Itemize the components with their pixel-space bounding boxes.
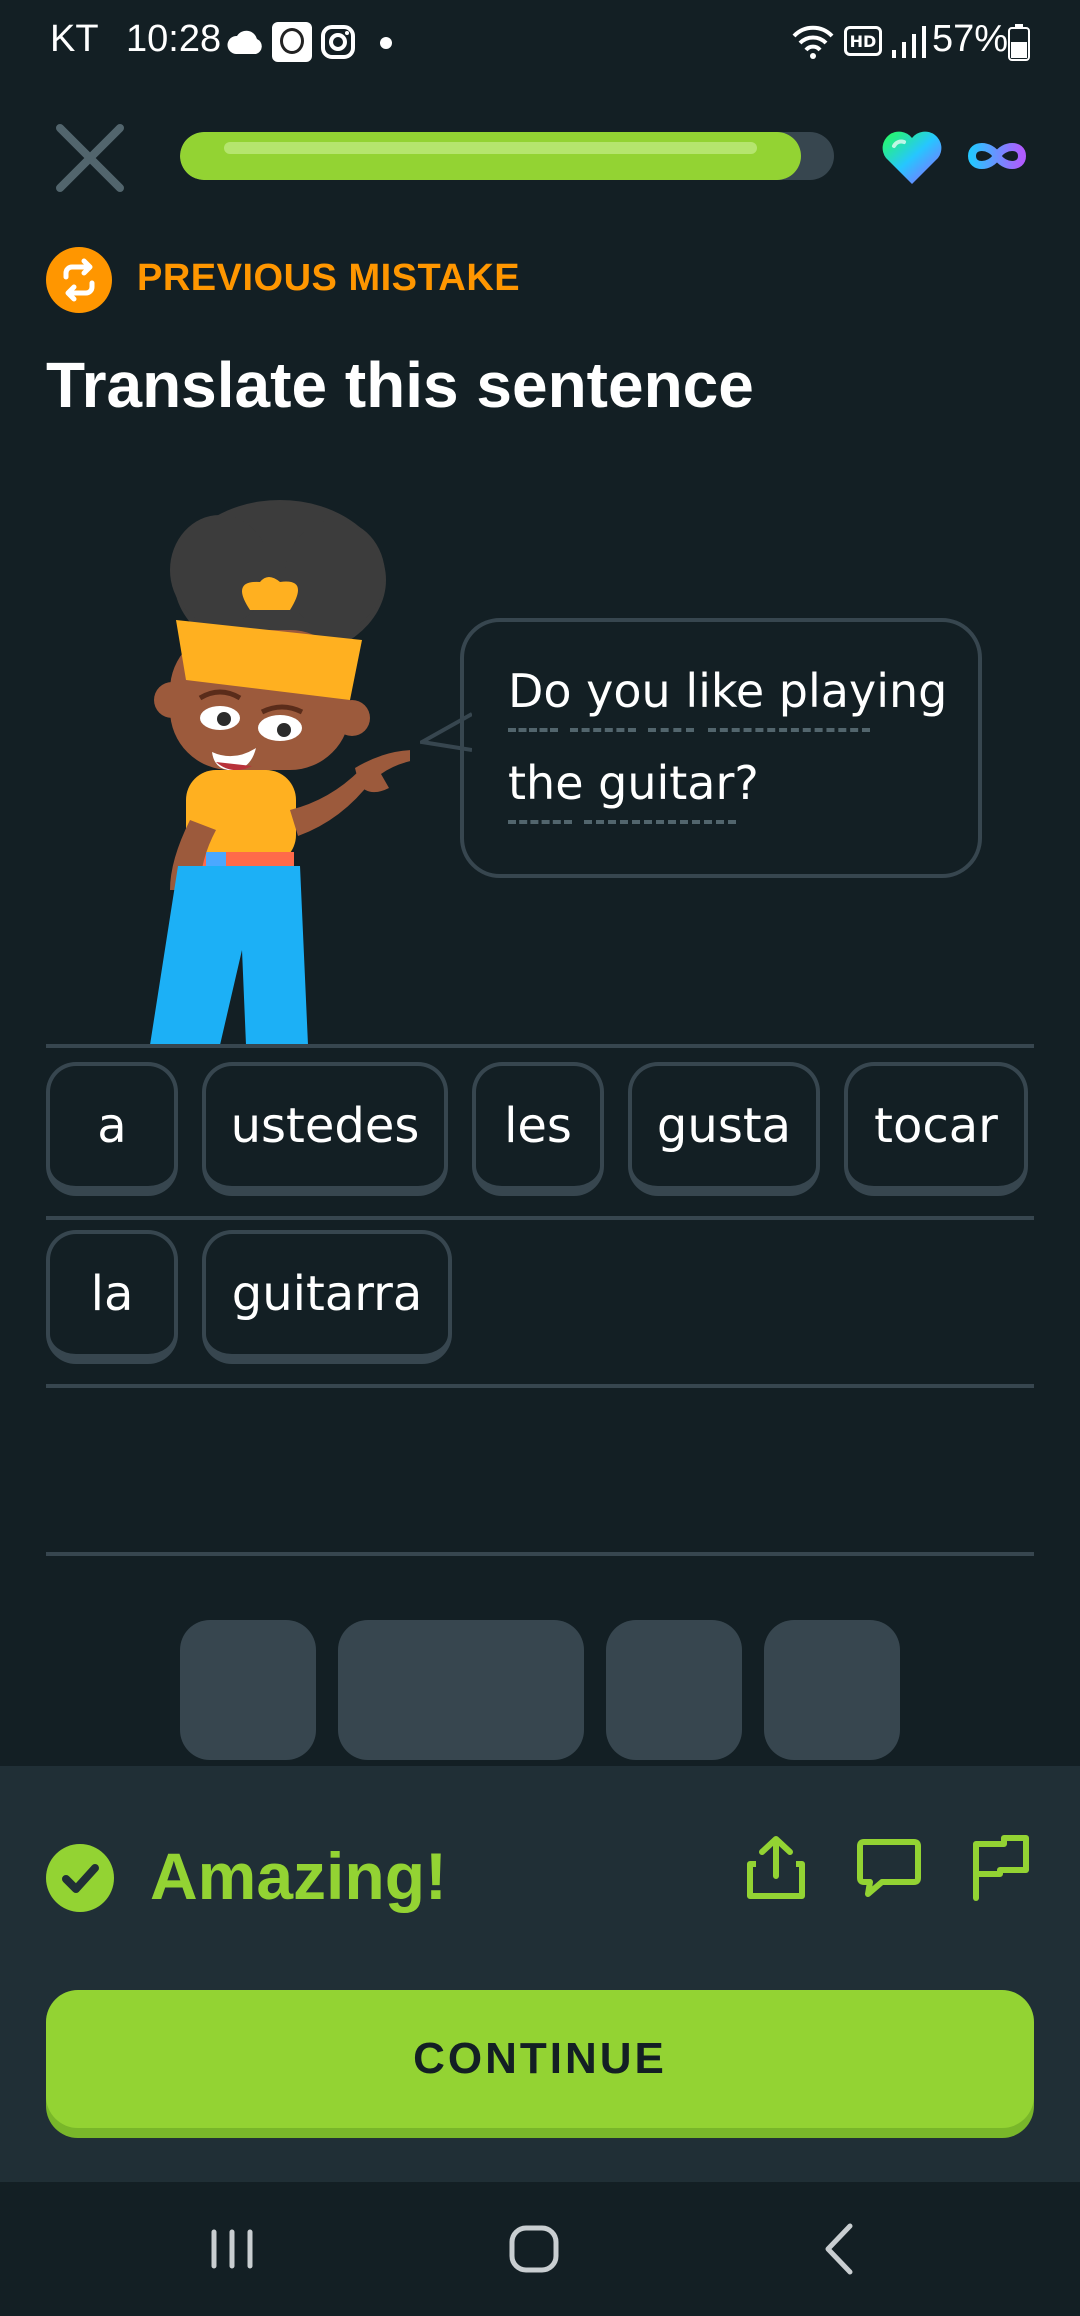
answer-line bbox=[46, 1552, 1034, 1556]
wifi-icon bbox=[792, 25, 834, 59]
instagram-icon bbox=[321, 25, 355, 59]
previous-mistake-label: PREVIOUS MISTAKE bbox=[137, 257, 521, 299]
prompt-line-2[interactable]: the guitar? bbox=[508, 756, 759, 810]
hint-underline bbox=[508, 728, 558, 732]
lesson-progress-fill bbox=[180, 132, 802, 180]
character-illustration bbox=[150, 500, 410, 1045]
infinity-icon bbox=[967, 143, 1027, 169]
answer-line bbox=[46, 1384, 1034, 1388]
answer-tile[interactable]: la bbox=[46, 1230, 178, 1364]
answer-tile[interactable]: tocar bbox=[844, 1062, 1028, 1196]
dot-icon bbox=[380, 37, 392, 49]
continue-button[interactable]: CONTINUE bbox=[46, 1990, 1034, 2128]
battery-percent: 57% bbox=[932, 18, 1009, 60]
signal-icon bbox=[892, 26, 926, 58]
answer-line bbox=[46, 1044, 1034, 1048]
recent-apps-icon[interactable] bbox=[192, 2212, 272, 2286]
hint-underline bbox=[648, 728, 694, 732]
word-bank-slot bbox=[606, 1620, 742, 1760]
word-bank-slot bbox=[764, 1620, 900, 1760]
progress-shine bbox=[224, 142, 758, 154]
status-bar: KT 10:28 HD 57% bbox=[0, 0, 1080, 84]
carrier-label: KT bbox=[50, 18, 99, 60]
report-flag-icon[interactable] bbox=[966, 1834, 1034, 1902]
hint-underline bbox=[584, 820, 736, 824]
avatar-notification-icon bbox=[272, 22, 312, 62]
heart-icon[interactable] bbox=[880, 130, 944, 186]
lesson-progress-bar bbox=[180, 132, 834, 180]
word-bank-slot bbox=[180, 1620, 316, 1760]
answer-tile[interactable]: a bbox=[46, 1062, 178, 1196]
share-icon[interactable] bbox=[742, 1834, 810, 1902]
battery-icon bbox=[1008, 24, 1030, 61]
answer-tile[interactable]: gusta bbox=[628, 1062, 820, 1196]
page-title: Translate this sentence bbox=[46, 349, 754, 421]
word-bank-slot bbox=[338, 1620, 584, 1760]
home-icon[interactable] bbox=[494, 2212, 574, 2286]
answer-tile[interactable]: ustedes bbox=[202, 1062, 448, 1196]
hint-underline bbox=[508, 820, 572, 824]
check-icon bbox=[46, 1844, 114, 1912]
prompt-line-1[interactable]: Do you like playing bbox=[508, 664, 947, 718]
feedback-message: Amazing! bbox=[150, 1839, 447, 1913]
close-icon[interactable] bbox=[52, 120, 128, 196]
comment-icon[interactable] bbox=[854, 1834, 922, 1902]
hd-icon: HD bbox=[844, 26, 882, 56]
clock: 10:28 bbox=[126, 18, 222, 60]
hint-underline bbox=[570, 728, 636, 732]
speech-bubble: Do you like playing the guitar? bbox=[460, 618, 982, 878]
cloud-icon bbox=[227, 30, 262, 54]
answer-line bbox=[46, 1216, 1034, 1220]
repeat-icon bbox=[46, 247, 112, 313]
answer-tile[interactable]: guitarra bbox=[202, 1230, 452, 1364]
hint-underline bbox=[708, 728, 870, 732]
answer-tile[interactable]: les bbox=[472, 1062, 604, 1196]
back-icon[interactable] bbox=[800, 2212, 880, 2286]
